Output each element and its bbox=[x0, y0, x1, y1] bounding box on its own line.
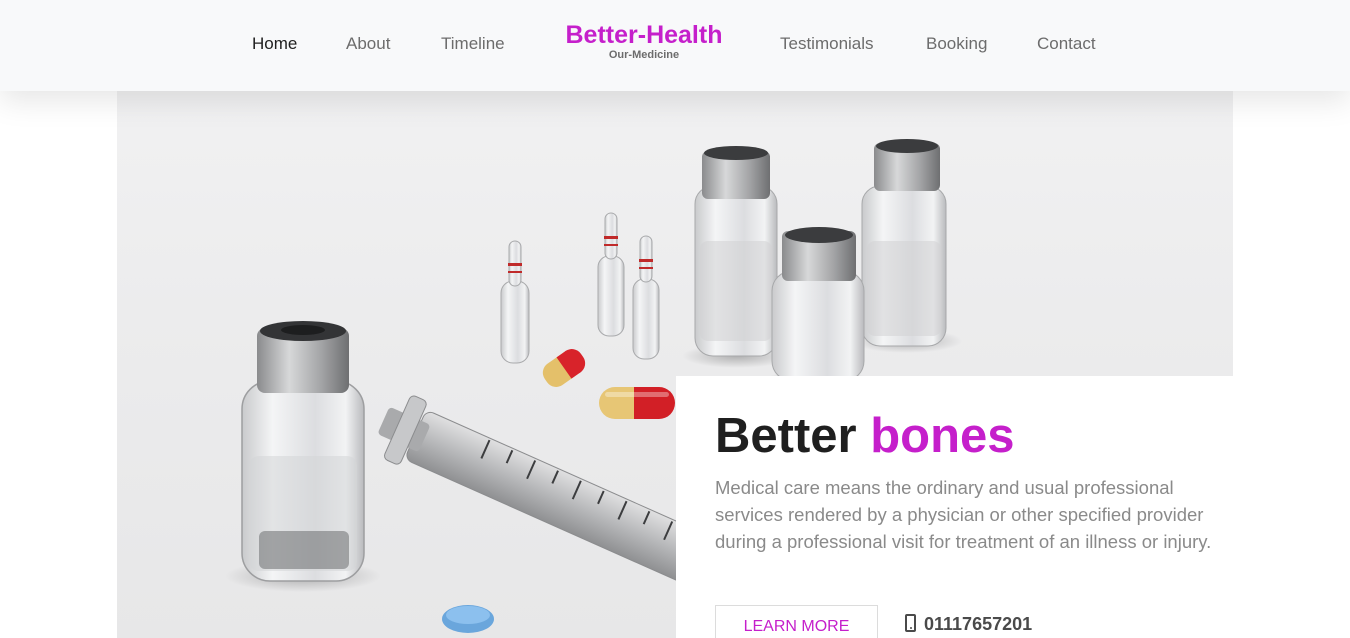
brand-subtitle: Our-Medicine bbox=[608, 49, 680, 61]
phone-contact[interactable]: 01117657201 bbox=[905, 614, 1032, 635]
hero-heading: Better bones bbox=[715, 406, 1015, 466]
nav-about-link[interactable]: About bbox=[346, 34, 390, 54]
nav-timeline-link[interactable]: Timeline bbox=[441, 34, 505, 54]
hero-heading-plain: Better bbox=[715, 409, 857, 463]
hero-description: Medical care means the ordinary and usua… bbox=[715, 477, 1212, 552]
brand-logo[interactable]: Better-Health Our-Medicine bbox=[555, 20, 733, 61]
nav-contact-link[interactable]: Contact bbox=[1037, 34, 1096, 54]
nav-testimonials-link[interactable]: Testimonials bbox=[780, 34, 874, 54]
hero-heading-accent: bones bbox=[870, 409, 1015, 463]
hero-content-card: Better bones Medical care means the ordi… bbox=[676, 376, 1233, 638]
brand-title: Better-Health bbox=[565, 21, 723, 49]
top-navbar: Home About Timeline Better-Health Our-Me… bbox=[0, 0, 1350, 91]
nav-home-link[interactable]: Home bbox=[252, 34, 297, 54]
hero-image: Better bones Medical care means the ordi… bbox=[117, 91, 1233, 638]
learn-more-button[interactable]: LEARN MORE bbox=[715, 605, 878, 638]
mobile-phone-icon bbox=[905, 614, 916, 632]
nav-booking-link[interactable]: Booking bbox=[926, 34, 987, 54]
phone-number: 01117657201 bbox=[924, 614, 1033, 634]
